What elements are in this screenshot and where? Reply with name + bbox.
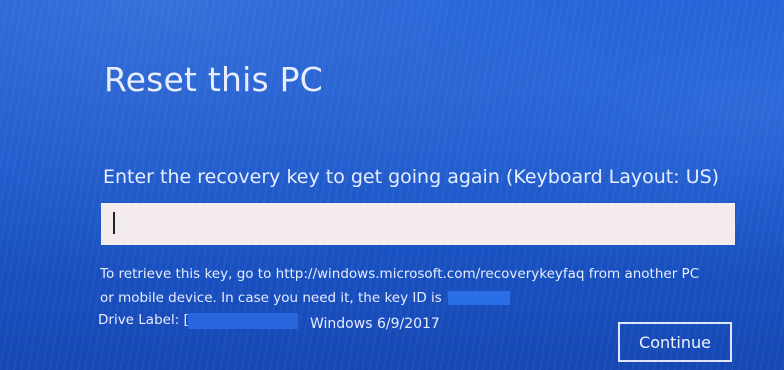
key-id-redacted <box>447 291 510 305</box>
info-line-2: or mobile device. In case you need it, t… <box>100 286 720 310</box>
continue-button[interactable]: Continue <box>618 322 732 362</box>
drive-label-value: Windows 6/9/2017 <box>310 316 440 332</box>
recovery-key-input[interactable] <box>101 203 735 245</box>
info-line-2-text: or mobile device. In case you need it, t… <box>100 290 442 306</box>
page-title: Reset this PC <box>104 60 323 99</box>
drive-label-caption: Drive Label: [ <box>98 312 189 328</box>
recovery-key-prompt: Enter the recovery key to get going agai… <box>103 166 720 188</box>
drive-label-redacted <box>188 313 298 329</box>
recovery-info-text: To retrieve this key, go to http://windo… <box>100 262 720 310</box>
bitlocker-recovery-screen: Reset this PC Enter the recovery key to … <box>0 0 784 370</box>
text-caret <box>113 212 115 234</box>
info-line-1: To retrieve this key, go to http://windo… <box>100 266 700 282</box>
